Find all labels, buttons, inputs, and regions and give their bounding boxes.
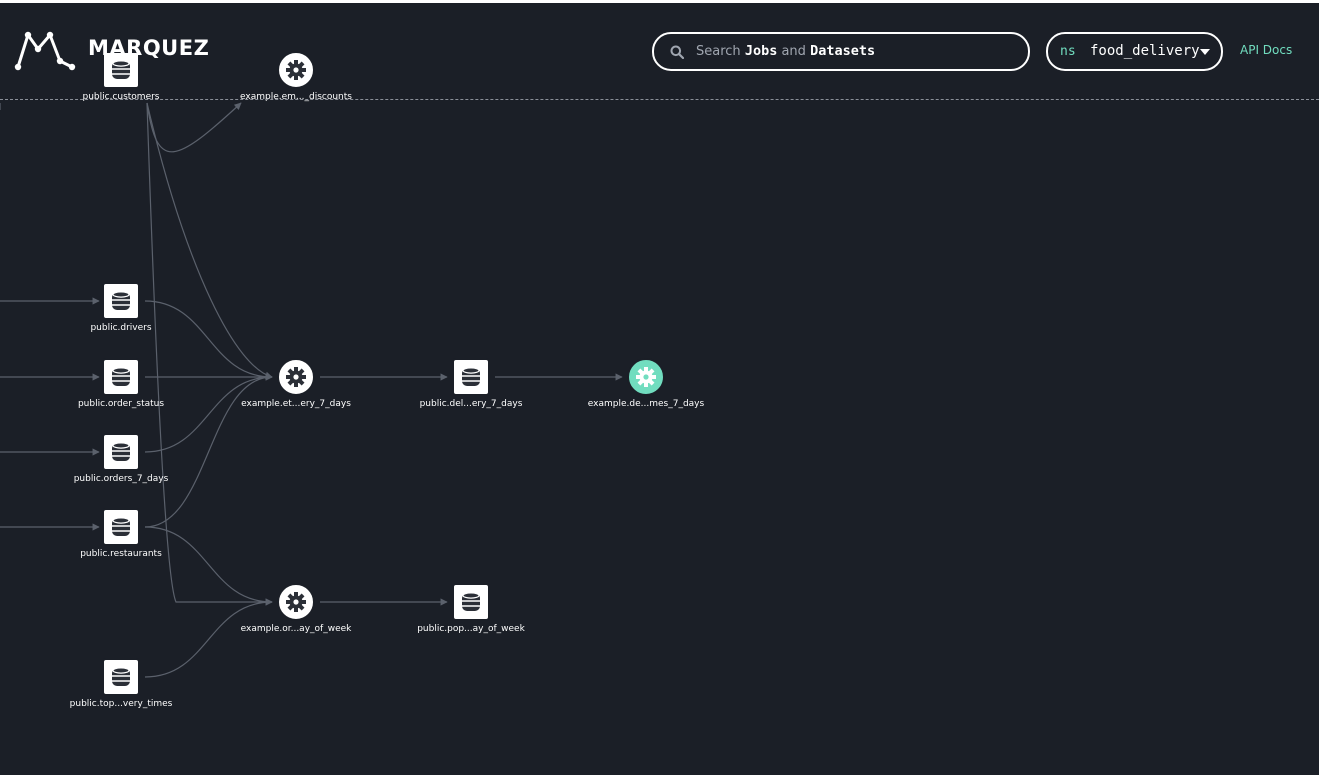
search-jobs-keyword: Jobs xyxy=(744,43,778,59)
search-placeholder: Search Jobs and Datasets xyxy=(696,43,875,59)
database-icon xyxy=(462,367,480,386)
app-header: MARQUEZ Search Jobs and Datasets ns food… xyxy=(0,3,1319,99)
database-icon xyxy=(112,667,130,686)
graph-edge xyxy=(144,526,273,606)
job-node[interactable]: example.et...ery_7_days xyxy=(241,358,351,409)
gear-icon xyxy=(286,367,306,387)
graph-edge xyxy=(144,373,273,453)
gear-icon xyxy=(286,592,306,612)
marquez-logo-icon[interactable] xyxy=(14,27,78,71)
database-icon xyxy=(112,517,130,536)
node-label: public.orders_7_days xyxy=(74,474,169,484)
dataset-node[interactable]: public.drivers xyxy=(90,282,152,333)
namespace-select[interactable]: ns food_delivery xyxy=(1046,32,1223,71)
search-icon xyxy=(670,45,684,59)
database-icon xyxy=(112,291,130,310)
job-node[interactable]: example.or...ay_of_week xyxy=(241,583,353,634)
graph-edge xyxy=(144,598,273,678)
node-label: example.de...mes_7_days xyxy=(588,399,705,409)
database-icon xyxy=(112,367,130,386)
graph-edge xyxy=(146,102,273,379)
graph-edges xyxy=(144,102,623,678)
namespace-value: food_delivery xyxy=(1090,43,1200,59)
search-prefix: Search xyxy=(696,44,741,59)
namespace-prefix: ns xyxy=(1060,44,1076,59)
header-divider xyxy=(0,99,1319,100)
database-icon xyxy=(462,592,480,611)
node-label: public.drivers xyxy=(90,323,151,333)
dataset-node[interactable]: public.order_status xyxy=(78,358,164,409)
dataset-node[interactable]: public.restaurants xyxy=(80,508,162,559)
api-docs-link[interactable]: API Docs xyxy=(1240,43,1292,57)
dataset-node[interactable]: public.top...very_times xyxy=(70,658,173,709)
gear-icon xyxy=(636,367,656,387)
search-and: and xyxy=(781,44,806,59)
node-label: public.top...very_times xyxy=(70,699,173,709)
node-label: example.or...ay_of_week xyxy=(241,624,353,634)
chevron-down-icon xyxy=(1200,49,1210,55)
node-label: public.restaurants xyxy=(80,549,162,559)
node-label: example.et...ery_7_days xyxy=(241,399,351,409)
node-label: public.order_status xyxy=(78,399,164,409)
node-label: public.del...ery_7_days xyxy=(420,399,523,409)
job-node[interactable]: example.de...mes_7_days xyxy=(588,358,705,409)
brand-name[interactable]: MARQUEZ xyxy=(88,36,209,60)
graph-edge xyxy=(146,102,273,606)
graph-edge xyxy=(146,102,242,153)
dataset-node[interactable]: public.del...ery_7_days xyxy=(420,358,523,409)
search-input[interactable]: Search Jobs and Datasets xyxy=(652,32,1030,71)
dataset-node[interactable]: public.orders_7_days xyxy=(74,433,169,484)
search-datasets-keyword: Datasets xyxy=(810,43,876,59)
lineage-graph[interactable]: public.customers example.em..._discountsp… xyxy=(0,0,1319,775)
offscreen-edges xyxy=(0,103,100,531)
database-icon xyxy=(112,442,130,461)
node-label: public.pop...ay_of_week xyxy=(417,624,525,634)
dataset-node[interactable]: public.pop...ay_of_week xyxy=(417,583,526,634)
